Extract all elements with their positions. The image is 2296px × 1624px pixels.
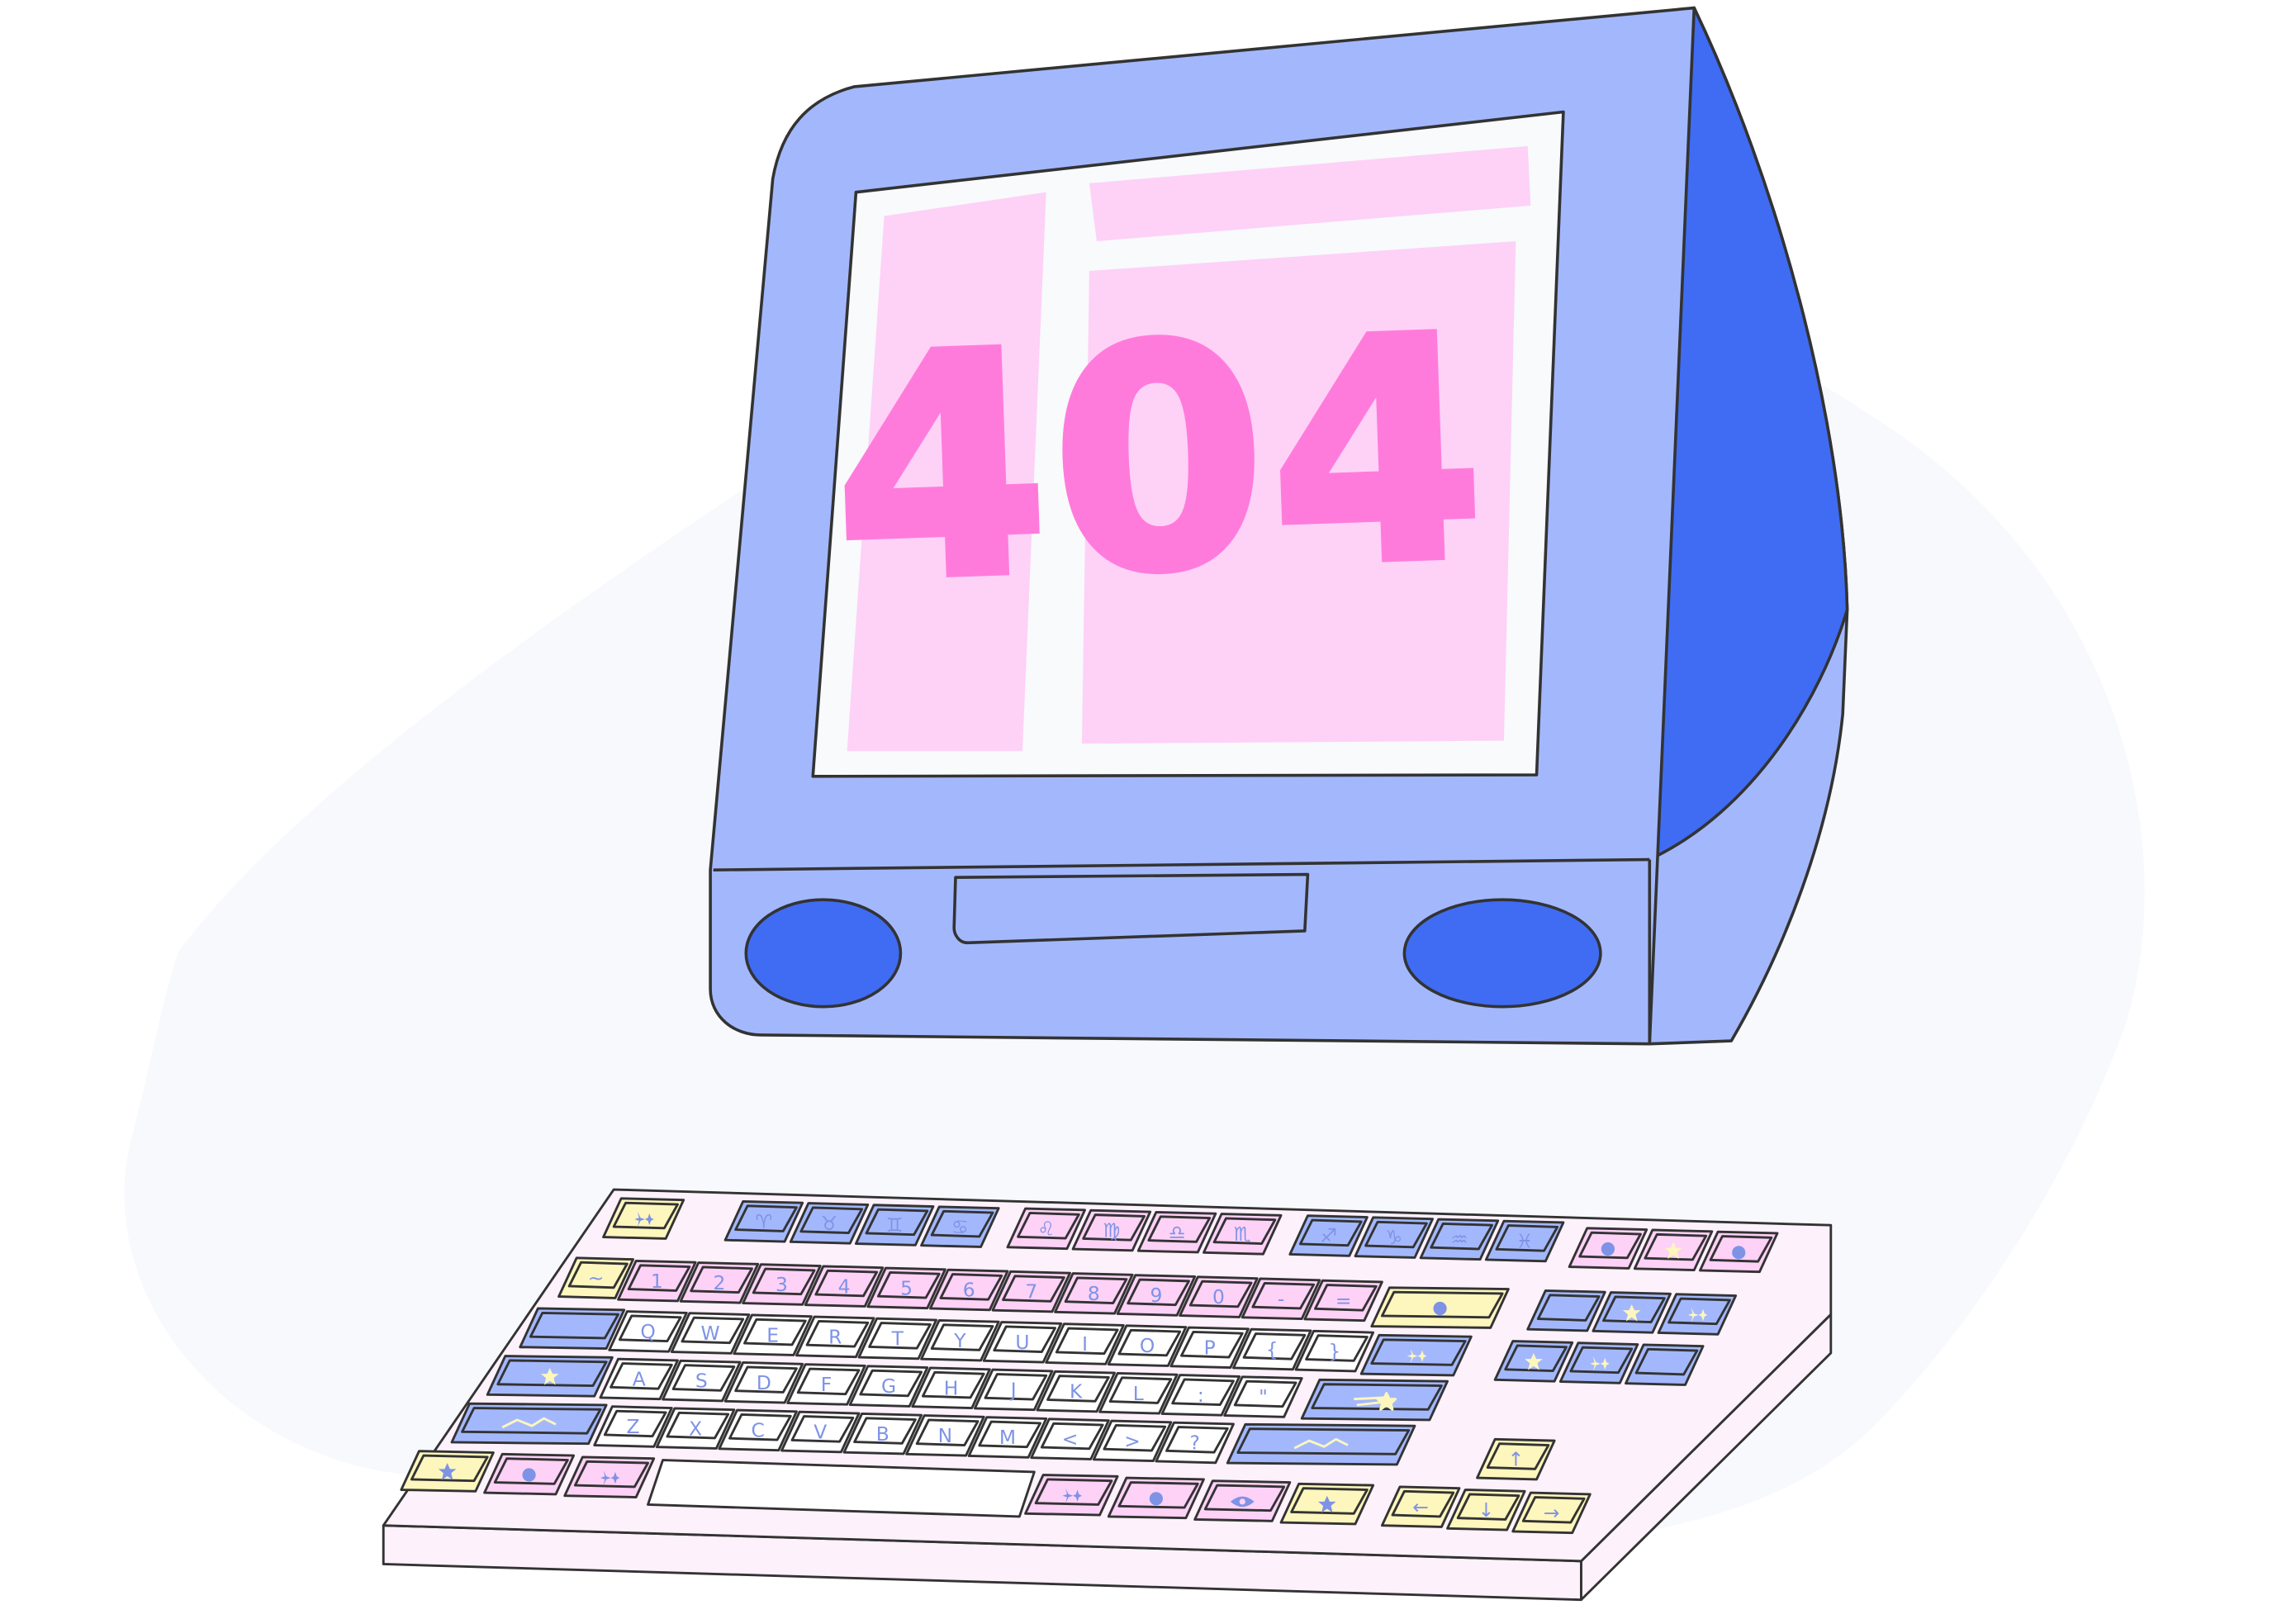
key-e-legend: E: [766, 1323, 779, 1346]
key-z-legend: Z: [627, 1415, 640, 1438]
key-caps[interactable]: [486, 1355, 614, 1398]
key-h-legend: H: [944, 1376, 959, 1399]
key-4-legend: 4: [838, 1275, 851, 1298]
key-arrow-right-legend: →: [1544, 1501, 1560, 1524]
key-backslash[interactable]: [1359, 1333, 1473, 1377]
key-q-legend: Q: [640, 1320, 655, 1343]
planet-icon: [1433, 1301, 1447, 1316]
key-9-legend: 9: [1150, 1284, 1162, 1307]
right-speaker: [1402, 898, 1602, 1009]
key-y-legend: Y: [953, 1329, 966, 1352]
key-alt-left-top: [573, 1460, 649, 1489]
key-f10-legend: ♑: [1385, 1226, 1402, 1249]
key-f2-legend: ♉: [821, 1212, 838, 1235]
key-arrow-left-legend: ←: [1412, 1495, 1429, 1518]
keyboard: ♈ ♉ ♊ ♋ ♌ ♍ ♎ ♏ ♐ ♑ ♒ ♓ ~ 1 2 3 4 5 6 7 8 9 0 - = Q W E R T Y U I O P {} A S D…: [382, 1188, 1833, 1602]
key-rbrace-legend: }: [1328, 1340, 1340, 1363]
key-n-legend: N: [938, 1424, 952, 1447]
key-f1-legend: ♈: [755, 1210, 772, 1233]
key-tilde-legend: ~: [588, 1266, 605, 1289]
key-gt-legend: >: [1124, 1429, 1141, 1452]
key-tab[interactable]: [519, 1307, 626, 1351]
key-f-legend: F: [821, 1373, 832, 1396]
key-f4-legend: ♋: [951, 1215, 969, 1238]
key-a-legend: A: [633, 1368, 646, 1391]
key-r-legend: R: [828, 1325, 842, 1348]
key-8-legend: 8: [1088, 1282, 1100, 1305]
key-f9-legend: ♐: [1320, 1224, 1337, 1247]
key-f8-legend: ♏: [1234, 1223, 1251, 1246]
key-f11-legend: ♒: [1450, 1227, 1468, 1251]
planet-icon: [1149, 1492, 1163, 1506]
key-l-legend: L: [1133, 1382, 1144, 1405]
key-m-legend: M: [999, 1426, 1016, 1449]
key-b-legend: B: [876, 1422, 889, 1446]
key-0-legend: 0: [1212, 1285, 1225, 1308]
key-3-legend: 3: [776, 1273, 788, 1296]
key-backspace[interactable]: [1370, 1286, 1510, 1329]
key-alt-right[interactable]: [1024, 1474, 1119, 1517]
key-p-legend: P: [1204, 1336, 1216, 1359]
key-g-legend: G: [881, 1375, 896, 1398]
key-j-legend: J: [1009, 1379, 1017, 1402]
key-f3-legend: ♊: [886, 1213, 904, 1237]
planet-icon: [1601, 1242, 1615, 1256]
key-lt-legend: <: [1062, 1427, 1079, 1451]
key-lbrace-legend: {: [1266, 1338, 1278, 1361]
key-win-right[interactable]: [1107, 1476, 1205, 1520]
key-f6-legend: ♍: [1103, 1219, 1120, 1242]
key-shift-left-top: [461, 1407, 602, 1435]
key-f5-legend: ♌: [1037, 1217, 1055, 1240]
key-colon-legend: :: [1198, 1384, 1204, 1407]
key-f7-legend: ♎: [1169, 1221, 1186, 1244]
key-s-legend: S: [695, 1370, 708, 1393]
key-equals-legend: =: [1335, 1289, 1352, 1313]
left-speaker: [744, 898, 903, 1009]
key-ctrl-left[interactable]: [400, 1450, 495, 1493]
error-code-text: 404: [828, 272, 1494, 648]
key-w-legend: W: [701, 1322, 720, 1345]
drive-slot: [952, 872, 1310, 945]
key-k-legend: K: [1070, 1380, 1083, 1403]
key-alt-right-top: [1034, 1478, 1113, 1506]
key-tab-top: [529, 1311, 619, 1340]
key-u-legend: U: [1015, 1331, 1029, 1354]
planet-icon: [1732, 1246, 1746, 1260]
key-arrow-up-legend: ↑: [1508, 1448, 1525, 1471]
key-2-legend: 2: [713, 1271, 725, 1294]
key-7-legend: 7: [1025, 1280, 1037, 1303]
key-f12-legend: ♓: [1516, 1230, 1534, 1253]
planet-icon: [522, 1468, 536, 1482]
key-backslash-top: [1370, 1338, 1467, 1366]
key-shift-right-top: [1236, 1427, 1411, 1455]
key-arrow-down-legend: ↓: [1478, 1498, 1495, 1522]
key-v-legend: V: [814, 1421, 827, 1444]
key-shift-left[interactable]: [450, 1402, 608, 1446]
key-t-legend: T: [891, 1327, 904, 1351]
key-6-legend: 6: [963, 1279, 975, 1302]
key-question-legend: ?: [1189, 1432, 1199, 1455]
key-5-legend: 5: [900, 1276, 913, 1299]
key-i-legend: I: [1082, 1332, 1088, 1356]
key-d-legend: D: [757, 1371, 771, 1394]
key-1-legend: 1: [651, 1270, 663, 1293]
key-menu[interactable]: [1193, 1479, 1292, 1522]
key-enter[interactable]: [1300, 1378, 1449, 1422]
key-x-legend: X: [689, 1417, 702, 1440]
key-quote-legend: ": [1259, 1385, 1268, 1408]
illustration: 404 ♈ ♉ ♊ ♋ ♌ ♍ ♎ ♏ ♐ ♑ ♒ ♓ ~ 1 2 3 4 5 6 7 8 9 0 - = Q W E R T Y U I O P {…: [124, 6, 2145, 1602]
key-ctrl-right[interactable]: [1279, 1482, 1375, 1526]
key-minus-legend: -: [1278, 1287, 1284, 1310]
key-o-legend: O: [1140, 1334, 1155, 1357]
key-shift-right[interactable]: [1226, 1422, 1416, 1466]
key-c-legend: C: [752, 1418, 765, 1441]
